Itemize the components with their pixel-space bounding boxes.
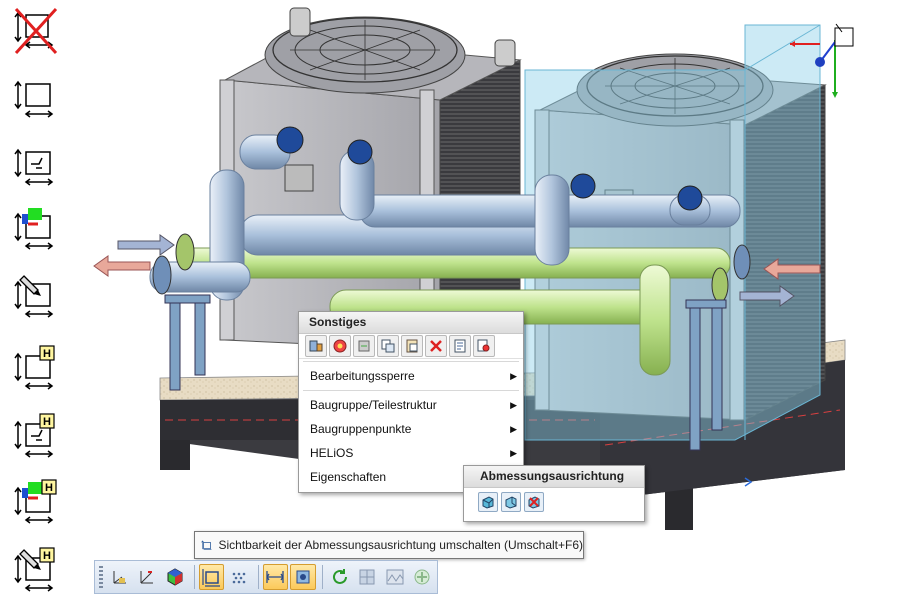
- menu-item-helios[interactable]: HELiOS ▶: [299, 441, 523, 465]
- wave-icon[interactable]: [382, 564, 408, 590]
- dimension-color-icon[interactable]: [8, 202, 60, 254]
- h-badge-text: H: [43, 348, 51, 360]
- menu-item-label: Bearbeitungssperre: [310, 369, 415, 383]
- color-cube-icon[interactable]: [162, 564, 188, 590]
- orientation-cube-icon[interactable]: [478, 492, 498, 512]
- add-point-icon[interactable]: [410, 564, 436, 590]
- h-badge-text: H: [43, 550, 51, 562]
- dot-grid-icon[interactable]: [226, 564, 252, 590]
- menu-item-label: HELiOS: [310, 446, 354, 460]
- submenu-title: Abmessungsausrichtung: [464, 466, 644, 488]
- dimension-pencil-h-icon[interactable]: H: [8, 544, 60, 596]
- bottom-toolbar: [94, 560, 438, 594]
- submenu-arrow-icon: ▶: [510, 424, 517, 434]
- tooltip-text: Sichtbarkeit der Abmessungsausrichtung u…: [218, 538, 584, 552]
- refresh-icon[interactable]: [327, 564, 353, 590]
- axis-icon[interactable]: [134, 564, 160, 590]
- submenu-arrow-icon: ▶: [510, 448, 517, 458]
- tooltip: Sichtbarkeit der Abmessungsausrichtung u…: [194, 531, 584, 559]
- toolbar-grip[interactable]: [99, 566, 103, 588]
- properties-star-icon[interactable]: [329, 335, 351, 357]
- h-badge-text: H: [43, 416, 51, 428]
- delete-icon[interactable]: [425, 335, 447, 357]
- context-menu-title: Sonstiges: [299, 312, 523, 334]
- search-part-icon[interactable]: [473, 335, 495, 357]
- orientation-remove-icon[interactable]: [524, 492, 544, 512]
- submenu-arrow-icon: ▶: [510, 371, 517, 381]
- dimension-section-icon[interactable]: [8, 140, 60, 192]
- assembly-edit-icon[interactable]: [305, 335, 327, 357]
- dimension-h-icon[interactable]: H: [8, 342, 60, 394]
- submenu-abmessungsausrichtung: Abmessungsausrichtung: [463, 465, 645, 522]
- orientation-cube-alt-icon[interactable]: [501, 492, 521, 512]
- menu-item-baugruppenpunkte[interactable]: Baugruppenpunkte ▶: [299, 417, 523, 441]
- submenu-arrow-icon: ▶: [510, 400, 517, 410]
- dimension-pencil-icon[interactable]: [8, 270, 60, 322]
- grid-toggle-icon[interactable]: [354, 564, 380, 590]
- move-part-icon[interactable]: [353, 335, 375, 357]
- menu-item-baugruppe-teilestruktur[interactable]: Baugruppe/Teilestruktur ▶: [299, 393, 523, 417]
- menu-item-label: Baugruppe/Teilestruktur: [310, 398, 437, 412]
- dimension-section-h-icon[interactable]: H: [8, 410, 60, 462]
- menu-item-bearbeitungssperre[interactable]: Bearbeitungssperre ▶: [299, 364, 523, 388]
- menu-item-label: Baugruppenpunkte: [310, 422, 412, 436]
- dimension-depth-button[interactable]: [290, 564, 316, 590]
- dimension-disabled-icon[interactable]: [8, 5, 60, 57]
- dimension-width-button[interactable]: [262, 564, 289, 590]
- paste-part-icon[interactable]: [401, 335, 423, 357]
- coordinate-system-icon[interactable]: [107, 564, 133, 590]
- copy-part-icon[interactable]: [377, 335, 399, 357]
- menu-item-label: Eigenschaften: [310, 470, 387, 484]
- context-menu-iconbar: [299, 334, 523, 359]
- dimension-box-icon[interactable]: [8, 72, 60, 124]
- dimension-color-h-icon[interactable]: H: [8, 476, 60, 528]
- dimension-orientation-icon: [201, 540, 212, 551]
- dimension-orientation-toggle-button[interactable]: [198, 564, 225, 590]
- part-info-icon[interactable]: [449, 335, 471, 357]
- h-badge-text: H: [45, 482, 53, 494]
